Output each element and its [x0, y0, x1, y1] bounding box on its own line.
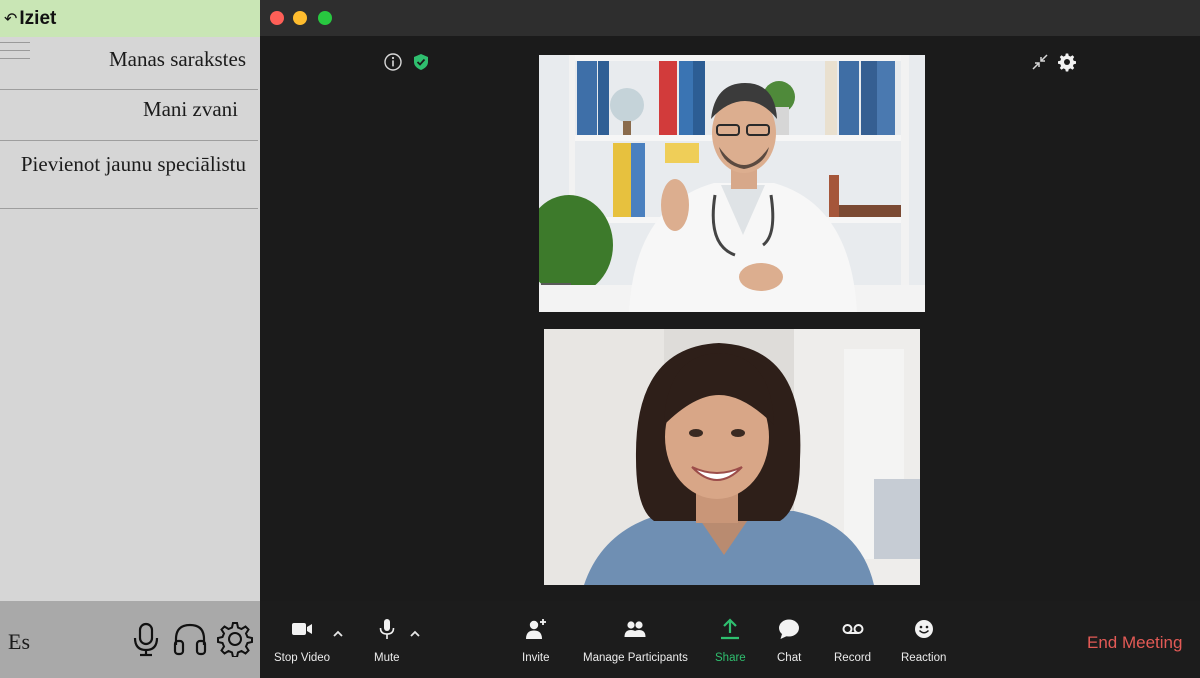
video-options-chevron-icon[interactable]	[331, 627, 345, 641]
user-initials: Es	[8, 629, 30, 654]
mute-label: Mute	[374, 652, 400, 664]
participants-icon	[624, 621, 646, 637]
gear-icon[interactable]	[217, 621, 253, 658]
share-upload-icon	[721, 618, 740, 640]
stop-video-label: Stop Video	[274, 652, 331, 664]
invite-label: Invite	[522, 652, 550, 664]
window-titlebar	[260, 0, 1200, 36]
back-arrow-icon: ↶	[4, 8, 18, 28]
end-meeting-button[interactable]: End Meeting	[1087, 633, 1182, 653]
minimize-window-button[interactable]	[293, 11, 307, 25]
reaction-button[interactable]: Reaction	[901, 617, 946, 664]
meeting-window: Stop Video Mute Invite Manage Participan…	[260, 0, 1200, 678]
manage-participants-button[interactable]: Manage Participants	[583, 617, 688, 664]
close-window-button[interactable]	[270, 11, 284, 25]
record-button[interactable]: Record	[834, 617, 871, 664]
app-sidebar: ↶ Iziet Manas sarakstes Mani zvani Pievi…	[0, 0, 260, 678]
audio-options-chevron-icon[interactable]	[408, 627, 422, 641]
add-user-icon	[525, 619, 546, 639]
settings-icon[interactable]	[1057, 52, 1077, 72]
sidebar-item-my-calls[interactable]: Mani zvani	[0, 90, 258, 141]
record-label: Record	[834, 652, 872, 664]
doctor-video-tile	[539, 55, 925, 312]
maximize-window-button[interactable]	[318, 11, 332, 25]
shield-check-icon[interactable]	[411, 52, 431, 72]
sidebar-item-my-lists[interactable]: Manas sarakstes	[0, 38, 258, 90]
patient-video-tile	[544, 329, 920, 585]
sidebar-item-label: Manas sarakstes	[108, 47, 246, 71]
mute-button[interactable]: Mute	[374, 617, 400, 664]
stop-video-button[interactable]: Stop Video	[274, 617, 330, 664]
invite-button[interactable]: Invite	[522, 617, 550, 664]
user-bar: Es	[0, 601, 260, 678]
reaction-label: Reaction	[901, 652, 947, 664]
info-icon[interactable]	[383, 52, 403, 72]
microphone-icon	[379, 619, 395, 639]
collapse-arrows-icon[interactable]	[1030, 52, 1050, 72]
headphones-icon[interactable]	[172, 621, 208, 657]
exit-label: Iziet	[19, 7, 57, 29]
meeting-toolbar: Stop Video Mute Invite Manage Participan…	[260, 601, 1200, 678]
share-label: Share	[715, 652, 746, 664]
exit-button[interactable]: ↶ Iziet	[0, 0, 260, 37]
sidebar-item-label: Pievienot jaunu speciālistu	[20, 152, 246, 176]
chat-bubble-icon	[779, 619, 800, 639]
manage-participants-label: Manage Participants	[583, 652, 688, 664]
video-camera-icon	[292, 623, 313, 635]
chat-button[interactable]: Chat	[777, 617, 801, 664]
sidebar-item-label: Mani zvani	[142, 97, 238, 121]
microphone-icon[interactable]	[128, 621, 164, 657]
sidebar-item-add-specialist[interactable]: Pievienot jaunu speciālistu	[0, 141, 258, 209]
record-tape-icon	[842, 624, 864, 634]
chat-label: Chat	[777, 652, 802, 664]
smiley-icon	[914, 620, 933, 638]
share-button[interactable]: Share	[715, 617, 746, 664]
